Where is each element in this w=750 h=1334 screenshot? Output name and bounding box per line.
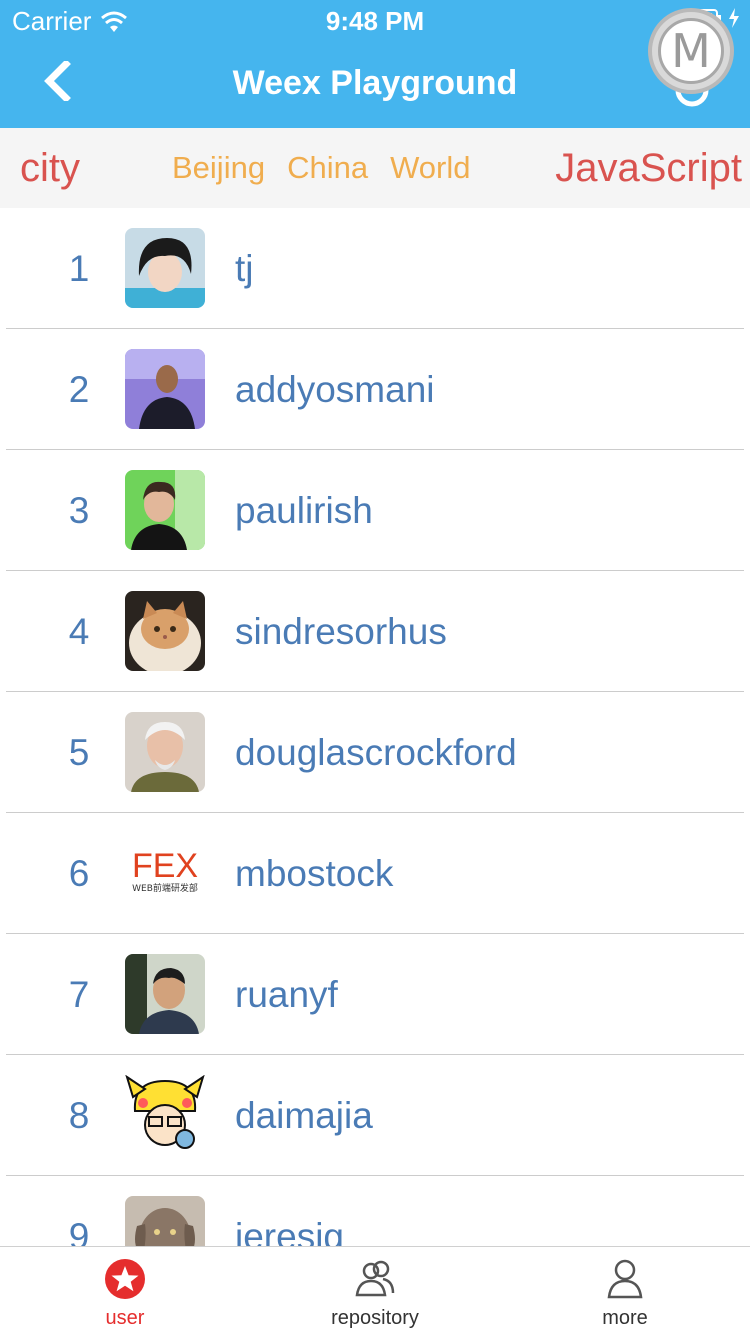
avatar [125, 228, 205, 308]
star-icon [103, 1257, 147, 1301]
avatar: FEX WEB前端研发部 [125, 833, 205, 913]
username: daimajia [235, 1095, 373, 1136]
list-item[interactable]: 4 sindresorhus [0, 571, 750, 692]
city-filter[interactable]: city [20, 146, 80, 191]
avatar-logo-subtext: WEB前端研发部 [132, 882, 198, 894]
list-item[interactable]: 1 tj [0, 208, 750, 329]
avatar [125, 1196, 205, 1246]
floating-debug-label: M [658, 18, 724, 84]
floating-debug-button[interactable]: M [648, 8, 734, 94]
username: tj [235, 248, 254, 289]
person-icon [603, 1257, 647, 1301]
list-item[interactable]: 7 ruanyf [0, 934, 750, 1055]
tab-more-label: more [602, 1307, 648, 1329]
list-item[interactable]: 3 paulirish [0, 450, 750, 571]
filter-bar: city Beijing China World JavaScript [0, 128, 750, 208]
tab-user-label: user [105, 1307, 145, 1329]
status-time: 9:48 PM [325, 6, 425, 36]
refresh-icon [670, 73, 714, 114]
list-item[interactable]: 8 daimajia [0, 1055, 750, 1176]
username: addyosmani [235, 369, 435, 410]
charging-icon [728, 8, 740, 33]
avatar [125, 712, 205, 792]
tab-beijing[interactable]: Beijing [172, 150, 265, 186]
list-item[interactable]: 5 douglascrockford [0, 692, 750, 813]
username: jeresig [235, 1216, 344, 1246]
list-item[interactable]: 2 addyosmani [0, 329, 750, 450]
people-icon [353, 1257, 397, 1301]
tab-repository[interactable]: repository [250, 1247, 500, 1334]
username: ruanyf [235, 974, 338, 1015]
nav-header: Carrier 9:48 PM Weex Playground M [0, 0, 750, 128]
avatar-logo-text: FEX [132, 847, 198, 885]
avatar [125, 470, 205, 550]
tab-user[interactable]: user [0, 1247, 250, 1334]
avatar [125, 1075, 205, 1155]
avatar [125, 954, 205, 1034]
tab-china[interactable]: China [287, 150, 368, 186]
bottom-tab-bar: user repository more [0, 1246, 750, 1334]
username: douglascrockford [235, 732, 517, 773]
developer-list[interactable]: 1 tj 2 addyosmani 3 paulirish 4 sindreso… [0, 208, 750, 1246]
tab-world[interactable]: World [390, 150, 470, 186]
avatar [125, 591, 205, 671]
list-item[interactable]: 6 FEX WEB前端研发部 mbostock [0, 813, 750, 934]
tab-more[interactable]: more [500, 1247, 750, 1334]
username: paulirish [235, 490, 373, 531]
avatar [125, 349, 205, 429]
username: mbostock [235, 853, 394, 894]
page-title: Weex Playground [232, 64, 518, 102]
language-filter[interactable]: JavaScript [555, 146, 742, 191]
username: sindresorhus [235, 611, 447, 652]
list-item[interactable]: 9 jeresig [0, 1176, 750, 1246]
tab-repository-label: repository [331, 1307, 419, 1329]
region-tabs: Beijing China World [172, 150, 470, 186]
